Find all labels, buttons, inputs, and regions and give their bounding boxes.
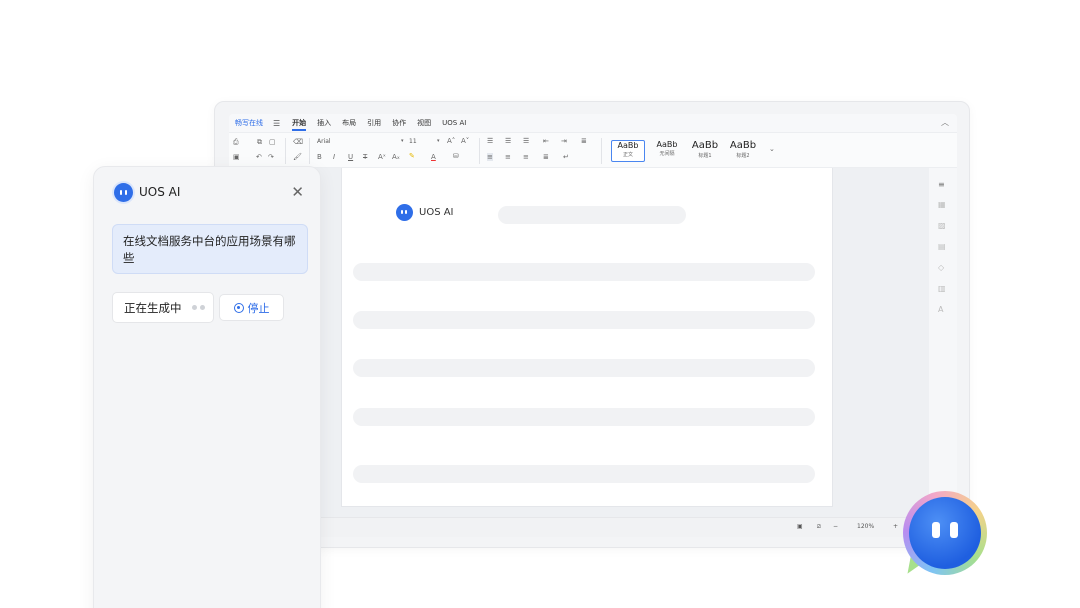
doc-ai-name: UOS AI	[419, 207, 454, 218]
generating-status: 正在生成中	[112, 292, 214, 323]
tab-view[interactable]: 视图	[417, 114, 431, 132]
superscript-icon[interactable]: Aˣ	[378, 153, 386, 161]
font-name-chevron-icon[interactable]: ▾	[401, 138, 404, 144]
panel-title: UOS AI	[139, 185, 181, 199]
text-art-icon[interactable]: A	[938, 305, 943, 314]
style-normal[interactable]: AaBb 正文	[611, 140, 645, 162]
undo-icon[interactable]: ↶	[256, 153, 262, 161]
increase-indent-icon[interactable]: ⇥	[561, 137, 567, 145]
align-left-icon[interactable]: ≡	[487, 153, 493, 161]
generating-label: 正在生成中	[124, 300, 182, 315]
shading-icon[interactable]: ⛁	[453, 152, 459, 160]
menu-hamburger-icon[interactable]: ☰	[273, 119, 280, 128]
tab-insert[interactable]: 插入	[317, 114, 331, 132]
strikethrough-icon[interactable]: T	[363, 153, 367, 161]
styles-more-chevron-icon[interactable]: ⌄	[769, 145, 775, 153]
skeleton-line	[498, 206, 686, 224]
zoom-out-icon[interactable]: −	[833, 523, 838, 530]
print-icon[interactable]: ⎙	[233, 138, 239, 147]
copy-icon[interactable]: ⧉	[257, 138, 262, 147]
image-settings-icon[interactable]: ▨	[938, 221, 946, 230]
uos-ai-floating-button[interactable]	[903, 491, 987, 575]
stop-button[interactable]: 停止	[219, 294, 284, 321]
doc-ai-header: UOS AI	[396, 204, 454, 221]
font-size-select[interactable]: 11	[409, 138, 437, 145]
style-heading-2[interactable]: AaBb 标题2	[726, 140, 760, 162]
skeleton-line	[353, 465, 815, 483]
stop-label: 停止	[247, 301, 270, 315]
highlight-icon[interactable]: ✎	[409, 152, 415, 160]
subscript-icon[interactable]: Aₓ	[392, 153, 400, 161]
line-spacing-icon[interactable]: ≣	[581, 137, 587, 145]
font-name-select[interactable]: Arial	[317, 138, 403, 145]
ribbon-toolbar: ⎙ ▣ ⧉ ▢ ↶ ↷ ⌫ 🖌 Arial ▾ 11 ▾ A˄ A˅ B I U…	[229, 132, 957, 168]
tab-layout[interactable]: 布局	[342, 114, 356, 132]
format-painter-icon[interactable]: 🖌	[293, 153, 302, 161]
zoom-level[interactable]: 120%	[857, 523, 874, 530]
justify-icon[interactable]: ≣	[543, 153, 549, 161]
uos-ai-logo-icon	[396, 204, 413, 221]
chart-settings-icon[interactable]: ▥	[938, 284, 946, 293]
skeleton-line	[353, 311, 815, 329]
shrink-font-icon[interactable]: A˅	[461, 137, 469, 145]
status-bar: ▣ ⧄ − 120% +	[229, 517, 957, 537]
assistant-face-icon	[909, 497, 981, 569]
editor-frame: 畅写在线 ☰ 开始 插入 布局 引用 协作 视图 UOS AI ︿ ⎙ ▣ ⧉ …	[229, 114, 957, 537]
paragraph-mark-icon[interactable]: ↵	[563, 153, 569, 161]
editor-window: 畅写在线 ☰ 开始 插入 布局 引用 协作 视图 UOS AI ︿ ⎙ ▣ ⧉ …	[214, 101, 970, 548]
editor-brand[interactable]: 畅写在线	[235, 118, 263, 128]
grow-font-icon[interactable]: A˄	[447, 137, 455, 145]
table-settings-icon[interactable]: ▦	[938, 200, 946, 209]
paragraph-settings-icon[interactable]: ≡	[938, 180, 945, 189]
tab-home[interactable]: 开始	[292, 114, 307, 132]
user-question-bubble: 在线文档服务中台的应用场景有哪些	[112, 224, 308, 274]
style-no-spacing[interactable]: AaBb 无间隔	[650, 140, 684, 162]
panel-header: UOS AI ✕	[114, 181, 304, 203]
zoom-in-icon[interactable]: +	[893, 523, 898, 530]
fit-page-icon[interactable]: ▣	[797, 523, 803, 530]
close-icon[interactable]: ✕	[291, 181, 304, 203]
stop-icon	[233, 302, 244, 313]
collapse-ribbon-icon[interactable]: ︿	[941, 117, 949, 128]
align-center-icon[interactable]: ≡	[505, 153, 511, 161]
document-area: UOS AI ≡ ▦ ▨ ▤ ◇ ▥ A	[229, 168, 957, 517]
skeleton-line	[353, 408, 815, 426]
shape-settings-icon[interactable]: ◇	[938, 263, 944, 272]
bullet-list-icon[interactable]: ☰	[487, 137, 493, 145]
style-heading-1[interactable]: AaBb 标题1	[688, 140, 722, 162]
multilevel-list-icon[interactable]: ☰	[523, 137, 529, 145]
font-size-chevron-icon[interactable]: ▾	[437, 138, 440, 144]
skeleton-line	[353, 359, 815, 377]
paste-icon[interactable]: ▢	[269, 138, 276, 146]
bold-icon[interactable]: B	[317, 153, 322, 161]
tab-collaborate[interactable]: 协作	[392, 114, 406, 132]
save-icon[interactable]: ▣	[233, 153, 240, 161]
uos-ai-panel: UOS AI ✕ 在线文档服务中台的应用场景有哪些 正在生成中 停止	[93, 166, 321, 608]
italic-icon[interactable]: I	[333, 153, 335, 161]
uos-ai-logo-icon	[114, 182, 133, 202]
clear-format-icon[interactable]: ⌫	[293, 138, 303, 146]
align-right-icon[interactable]: ≡	[523, 153, 529, 161]
skeleton-line	[353, 263, 815, 281]
document-page[interactable]: UOS AI	[341, 168, 833, 507]
numbered-list-icon[interactable]: ☰	[505, 137, 511, 145]
font-color-icon[interactable]: A	[431, 153, 436, 161]
tab-uos-ai[interactable]: UOS AI	[442, 114, 466, 132]
menu-bar: 畅写在线 ☰ 开始 插入 布局 引用 协作 视图 UOS AI ︿	[229, 114, 957, 132]
decrease-indent-icon[interactable]: ⇤	[543, 137, 549, 145]
underline-icon[interactable]: U	[348, 153, 353, 161]
redo-icon[interactable]: ↷	[268, 153, 274, 161]
header-footer-icon[interactable]: ▤	[938, 242, 946, 251]
loading-dots-icon	[189, 305, 205, 310]
fit-width-icon[interactable]: ⧄	[817, 523, 821, 531]
right-side-rail: ≡ ▦ ▨ ▤ ◇ ▥ A	[929, 168, 957, 517]
tab-references[interactable]: 引用	[367, 114, 381, 132]
